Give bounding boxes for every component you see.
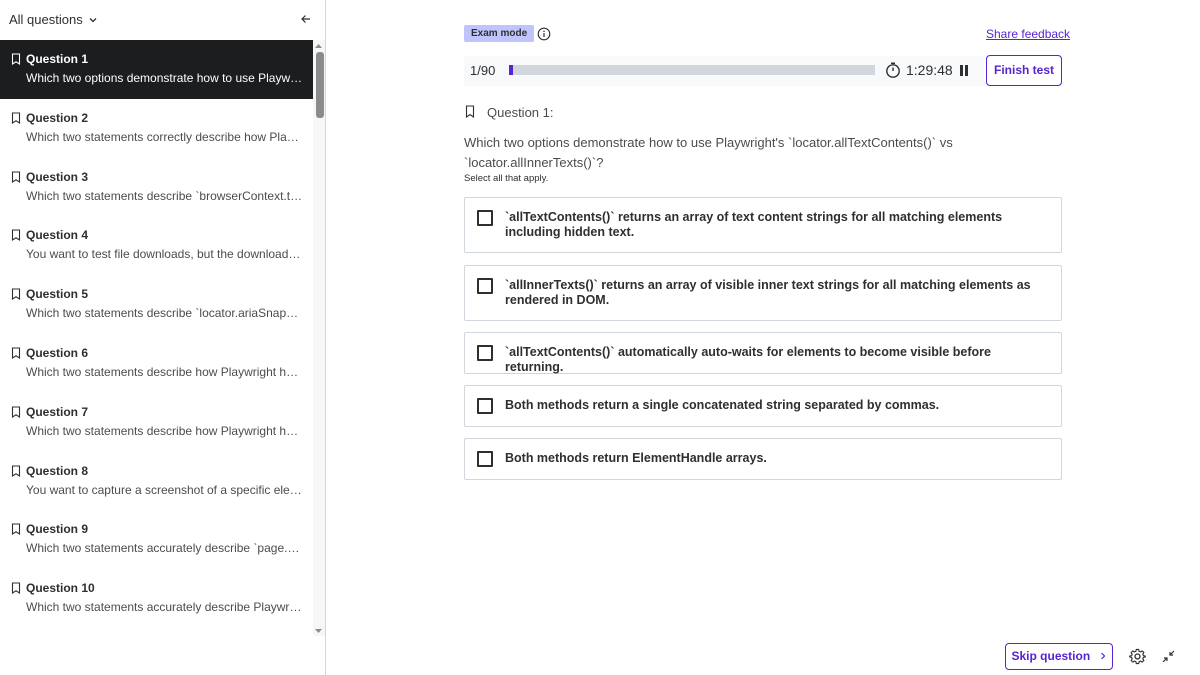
question-list-item[interactable]: Question 5 Which two statements describe … <box>0 275 313 334</box>
answer-checkbox[interactable] <box>477 451 493 467</box>
question-text: Which two options demonstrate how to use… <box>464 135 953 170</box>
question-item-snippet: Which two statements describe `locator.a… <box>26 306 304 321</box>
answer-checkbox[interactable] <box>477 398 493 414</box>
question-heading: Question 1: <box>487 105 554 120</box>
answer-option[interactable]: Both methods return ElementHandle arrays… <box>464 438 1062 480</box>
skip-question-label: Skip question <box>1011 649 1091 663</box>
bookmark-icon[interactable] <box>11 112 21 124</box>
question-list: Question 1 Which two options demonstrate … <box>0 40 313 636</box>
timer-text: 1:29:48 <box>906 62 953 78</box>
bookmark-icon[interactable] <box>11 347 21 359</box>
question-list-item[interactable]: Question 3 Which two statements describe … <box>0 158 313 217</box>
gear-icon[interactable] <box>1129 648 1146 665</box>
sidebar-header: All questions <box>0 0 325 40</box>
skip-question-button[interactable]: Skip question <box>1005 643 1113 670</box>
scroll-down-arrow-icon[interactable] <box>313 626 324 636</box>
answer-option-text: `allInnerTexts()` returns an array of vi… <box>505 278 1031 307</box>
question-item-title: Question 7 <box>26 404 89 419</box>
question-item-title: Question 10 <box>26 581 95 596</box>
bookmark-icon[interactable] <box>11 465 21 477</box>
bookmark-icon[interactable] <box>11 288 21 301</box>
bookmark-icon[interactable] <box>11 229 21 242</box>
answer-option-text: `allTextContents()` automatically auto-w… <box>505 345 991 374</box>
question-item-title: Question 5 <box>26 287 89 302</box>
answer-option-text: Both methods return ElementHandle arrays… <box>505 451 767 465</box>
answer-option[interactable]: `allTextContents()` automatically auto-w… <box>464 332 1062 374</box>
bookmark-icon[interactable] <box>11 523 21 536</box>
question-item-title: Question 9 <box>26 522 89 537</box>
question-list-item[interactable]: Question 1 Which two options demonstrate … <box>0 40 313 99</box>
answer-option[interactable]: `allTextContents()` returns an array of … <box>464 197 1062 253</box>
answer-option[interactable]: `allInnerTexts()` returns an array of vi… <box>464 265 1062 321</box>
bookmark-icon[interactable] <box>11 582 21 595</box>
chevron-down-icon <box>89 17 97 22</box>
info-icon[interactable] <box>537 27 551 41</box>
chevron-right-icon <box>1100 652 1105 660</box>
question-list-item[interactable]: Question 6 Which two statements describe … <box>0 334 313 393</box>
question-item-title: Question 8 <box>26 463 89 478</box>
pause-icon[interactable] <box>958 64 970 77</box>
share-feedback-link[interactable]: Share feedback <box>986 27 1070 41</box>
question-item-snippet: Which two statements accurately describe… <box>26 600 304 615</box>
stopwatch-icon <box>886 62 900 78</box>
bookmark-icon[interactable] <box>11 171 21 183</box>
exam-mode-badge: Exam mode <box>464 25 535 42</box>
question-item-title: Question 4 <box>26 228 89 243</box>
bookmark-icon[interactable] <box>465 105 475 118</box>
question-list-item[interactable]: Question 9 Which two statements accuratel… <box>0 510 313 569</box>
answer-checkbox[interactable] <box>477 345 493 361</box>
bookmark-icon[interactable] <box>11 53 21 65</box>
answer-option-text: Both methods return a single concatenate… <box>505 398 940 412</box>
all-questions-dropdown[interactable]: All questions <box>9 12 98 27</box>
answer-option-text: `allTextContents()` returns an array of … <box>505 210 1003 239</box>
arrow-left-icon[interactable] <box>298 11 314 27</box>
question-list-item[interactable]: Question 2 Which two statements correctly… <box>0 99 313 158</box>
progress-fill <box>509 65 514 75</box>
scrollbar-thumb[interactable] <box>316 52 324 118</box>
shrink-icon[interactable] <box>1162 650 1175 663</box>
question-item-snippet: Which two statements accurately describe… <box>26 541 304 556</box>
question-list-item[interactable]: Question 10 Which two statements accurate… <box>0 569 313 628</box>
scrollbar-track[interactable] <box>313 40 325 636</box>
answer-checkbox[interactable] <box>477 210 493 226</box>
question-list-item[interactable]: Question 7 Which two statements describe … <box>0 393 313 452</box>
question-item-title: Question 2 <box>26 110 89 125</box>
scroll-up-arrow-icon[interactable] <box>313 41 324 51</box>
sidebar-title: All questions <box>9 12 83 27</box>
question-item-snippet: You want to test file downloads, but the… <box>26 247 304 262</box>
question-item-snippet: Which two options demonstrate how to use… <box>26 71 304 85</box>
answer-option[interactable]: Both methods return a single concatenate… <box>464 385 1062 427</box>
progress-bar <box>509 65 875 75</box>
question-item-snippet: Which two statements describe `browserCo… <box>26 188 304 203</box>
question-item-snippet: Which two statements describe how Playwr… <box>26 423 304 438</box>
question-list-item[interactable]: Question 8 You want to capture a screensh… <box>0 452 313 511</box>
question-item-snippet: Which two statements describe how Playwr… <box>26 364 304 379</box>
bookmark-icon[interactable] <box>11 406 21 418</box>
progress-count: 1/90 <box>470 63 496 78</box>
question-item-title: Question 3 <box>26 169 89 184</box>
question-list-item[interactable]: Question 4 You want to test file download… <box>0 216 313 275</box>
question-hint: Select all that apply. <box>464 173 549 184</box>
question-item-title: Question 1 <box>26 52 89 66</box>
question-item-snippet: Which two statements correctly describe … <box>26 129 304 144</box>
question-sidebar: All questions Question 1 Which two option… <box>0 0 326 675</box>
question-item-title: Question 6 <box>26 345 89 360</box>
answer-checkbox[interactable] <box>477 278 493 294</box>
finish-test-button[interactable]: Finish test <box>986 55 1062 86</box>
question-item-snippet: You want to capture a screenshot of a sp… <box>26 482 304 497</box>
